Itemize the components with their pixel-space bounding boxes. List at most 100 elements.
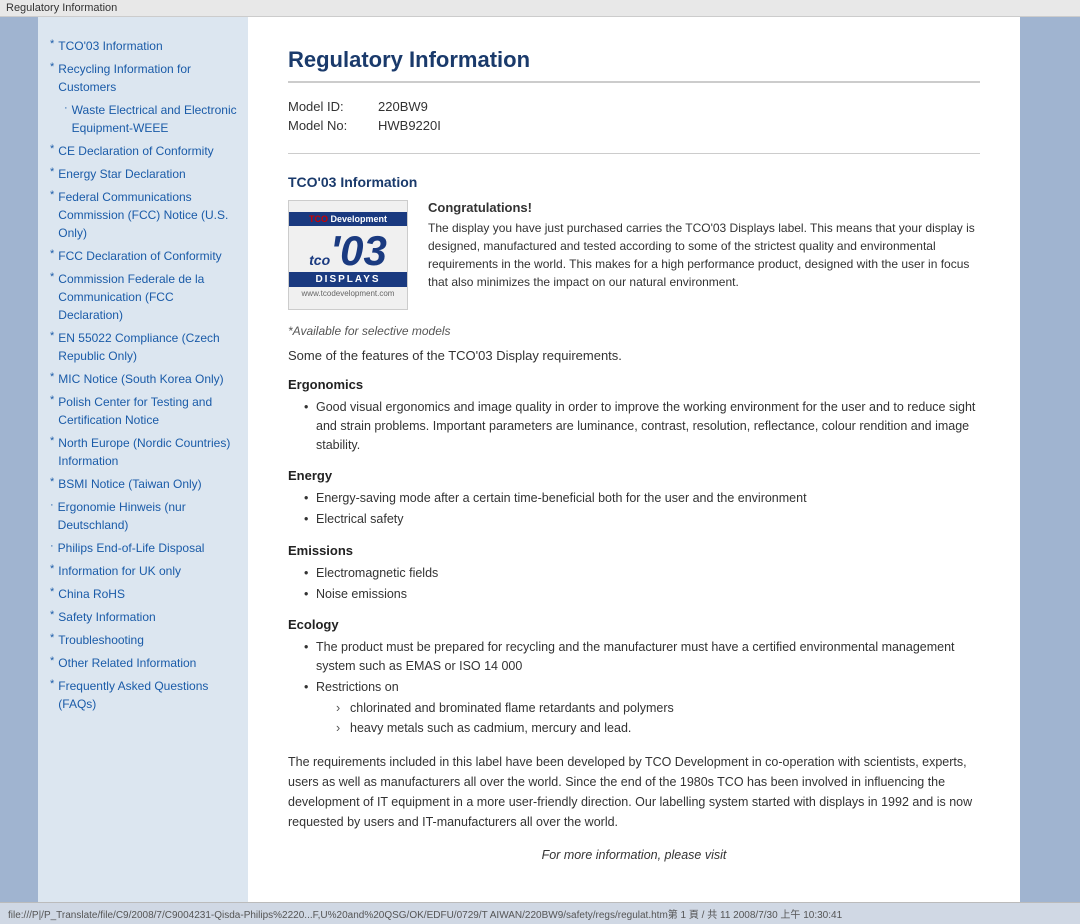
sidebar-link-commission-federale[interactable]: Commission Federale de la Communication … (58, 270, 240, 324)
sidebar-link-fcc-declaration[interactable]: FCC Declaration of Conformity (58, 247, 221, 265)
energy-item-2: Electrical safety (304, 510, 980, 529)
congrats-text: The display you have just purchased carr… (428, 219, 980, 291)
model-no-value: HWB9220I (378, 118, 441, 133)
sidebar-link-uk-info[interactable]: Information for UK only (58, 562, 181, 580)
ecology-sub-list: chlorinated and brominated flame retarda… (316, 699, 980, 739)
sidebar-link-china-rohs[interactable]: China RoHS (58, 585, 125, 603)
tco-logo: TCO Development tco '03 DISPLAYS www.tco… (288, 200, 408, 310)
ecology-sub-item-2: heavy metals such as cadmium, mercury an… (336, 719, 980, 738)
sidebar-link-polish[interactable]: Polish Center for Testing and Certificat… (58, 393, 240, 429)
sidebar-item-faqs[interactable]: * Frequently Asked Questions (FAQs) (50, 677, 240, 715)
title-bar: Regulatory Information (0, 0, 1080, 17)
ergonomics-item: Good visual ergonomics and image quality… (304, 398, 980, 454)
ecology-item-2: Restrictions on chlorinated and brominat… (304, 678, 980, 738)
sidebar-item-federal-comm[interactable]: * Federal Communications Commission (FCC… (50, 188, 240, 244)
sidebar-item-ergonomie[interactable]: · Ergonomie Hinweis (nur Deutschland) (50, 498, 240, 536)
sidebar-link-bsmi[interactable]: BSMI Notice (Taiwan Only) (58, 475, 201, 493)
emissions-title: Emissions (288, 543, 980, 558)
sidebar-link-en55022[interactable]: EN 55022 Compliance (Czech Republic Only… (58, 329, 240, 365)
model-no-row: Model No: HWB9220I (288, 118, 980, 133)
sidebar-item-energy-star[interactable]: * Energy Star Declaration (50, 165, 240, 185)
tco-logo-main: tco '03 (309, 226, 387, 272)
bullet-icon: · (64, 102, 68, 114)
ergonomics-section: Ergonomics Good visual ergonomics and im… (288, 377, 980, 454)
bullet-icon: * (50, 632, 54, 644)
energy-section: Energy Energy-saving mode after a certai… (288, 468, 980, 529)
sidebar-item-north-europe[interactable]: * North Europe (Nordic Countries) Inform… (50, 434, 240, 472)
energy-title: Energy (288, 468, 980, 483)
content-area: Regulatory Information Model ID: 220BW9 … (248, 17, 1020, 902)
sidebar-link-tco-info[interactable]: TCO'03 Information (58, 37, 162, 55)
sidebar-item-ce[interactable]: * CE Declaration of Conformity (50, 142, 240, 162)
tco-displays-text: DISPLAYS (289, 272, 407, 287)
sidebar-item-safety-info[interactable]: * Safety Information (50, 608, 240, 628)
sidebar-link-faqs[interactable]: Frequently Asked Questions (FAQs) (58, 677, 240, 713)
ecology-title: Ecology (288, 617, 980, 632)
bullet-icon: * (50, 143, 54, 155)
visit-note: For more information, please visit (288, 848, 980, 862)
tco-description: Congratulations! The display you have ju… (428, 200, 980, 310)
tco-block: TCO Development tco '03 DISPLAYS www.tco… (288, 200, 980, 310)
sidebar-link-troubleshooting[interactable]: Troubleshooting (58, 631, 144, 649)
sidebar-link-north-europe[interactable]: North Europe (Nordic Countries) Informat… (58, 434, 240, 470)
sidebar-link-safety-info[interactable]: Safety Information (58, 608, 155, 626)
model-info-table: Model ID: 220BW9 Model No: HWB9220I (288, 99, 980, 154)
bullet-icon: * (50, 166, 54, 178)
bullet-icon: * (50, 330, 54, 342)
bullet-icon: · (50, 499, 54, 511)
energy-list: Energy-saving mode after a certain time-… (288, 489, 980, 529)
tco-logo-top-text: TCO Development (289, 212, 407, 226)
bullet-icon: * (50, 586, 54, 598)
model-id-value: 220BW9 (378, 99, 428, 114)
left-accent-bar (0, 17, 38, 902)
ergonomics-title: Ergonomics (288, 377, 980, 392)
sidebar: * TCO'03 Information * Recycling Informa… (38, 17, 248, 902)
sidebar-link-mic[interactable]: MIC Notice (South Korea Only) (58, 370, 223, 388)
sidebar-link-philips-disposal[interactable]: Philips End-of-Life Disposal (58, 539, 205, 557)
model-id-row: Model ID: 220BW9 (288, 99, 980, 114)
sidebar-link-recycling[interactable]: Recycling Information for Customers (58, 60, 240, 96)
sidebar-link-ergonomie[interactable]: Ergonomie Hinweis (nur Deutschland) (58, 498, 240, 534)
bullet-icon: * (50, 476, 54, 488)
sidebar-link-waste[interactable]: Waste Electrical and Electronic Equipmen… (72, 101, 240, 137)
congrats-title: Congratulations! (428, 200, 980, 215)
sidebar-item-en55022[interactable]: * EN 55022 Compliance (Czech Republic On… (50, 329, 240, 367)
footer-text: file:///P|/P_Translate/file/C9/2008/7/C9… (8, 910, 842, 921)
page-title: Regulatory Information (288, 47, 980, 83)
sidebar-item-recycling[interactable]: * Recycling Information for Customers (50, 60, 240, 98)
model-no-label: Model No: (288, 118, 378, 133)
tco-section-title: TCO'03 Information (288, 174, 980, 190)
sidebar-link-energy-star[interactable]: Energy Star Declaration (58, 165, 185, 183)
sidebar-item-commission-federale[interactable]: * Commission Federale de la Communicatio… (50, 270, 240, 326)
bullet-icon: * (50, 189, 54, 201)
sidebar-item-mic[interactable]: * MIC Notice (South Korea Only) (50, 370, 240, 390)
bullet-icon: * (50, 435, 54, 447)
sidebar-item-fcc-declaration[interactable]: * FCC Declaration of Conformity (50, 247, 240, 267)
emissions-list: Electromagnetic fields Noise emissions (288, 564, 980, 604)
model-id-label: Model ID: (288, 99, 378, 114)
sidebar-item-uk-info[interactable]: * Information for UK only (50, 562, 240, 582)
bullet-icon: * (50, 371, 54, 383)
sidebar-item-philips-disposal[interactable]: · Philips End-of-Life Disposal (50, 539, 240, 559)
emissions-item-2: Noise emissions (304, 585, 980, 604)
sidebar-item-bsmi[interactable]: * BSMI Notice (Taiwan Only) (50, 475, 240, 495)
sidebar-link-ce[interactable]: CE Declaration of Conformity (58, 142, 213, 160)
bullet-icon: * (50, 609, 54, 621)
title-bar-text: Regulatory Information (6, 2, 117, 14)
sidebar-item-polish[interactable]: * Polish Center for Testing and Certific… (50, 393, 240, 431)
sidebar-link-federal-comm[interactable]: Federal Communications Commission (FCC) … (58, 188, 240, 242)
sidebar-link-other-related[interactable]: Other Related Information (58, 654, 196, 672)
bullet-icon: * (50, 38, 54, 50)
sidebar-item-china-rohs[interactable]: * China RoHS (50, 585, 240, 605)
ecology-list: The product must be prepared for recycli… (288, 638, 980, 738)
ecology-item-1: The product must be prepared for recycli… (304, 638, 980, 676)
closing-paragraph: The requirements included in this label … (288, 752, 980, 832)
bullet-icon: * (50, 248, 54, 260)
some-features: Some of the features of the TCO'03 Displ… (288, 348, 980, 363)
ecology-sub-item-1: chlorinated and brominated flame retarda… (336, 699, 980, 718)
sidebar-item-tco-info[interactable]: * TCO'03 Information (50, 37, 240, 57)
sidebar-item-waste[interactable]: · Waste Electrical and Electronic Equipm… (50, 101, 240, 139)
sidebar-item-troubleshooting[interactable]: * Troubleshooting (50, 631, 240, 651)
sidebar-item-other-related[interactable]: * Other Related Information (50, 654, 240, 674)
bullet-icon: * (50, 61, 54, 73)
